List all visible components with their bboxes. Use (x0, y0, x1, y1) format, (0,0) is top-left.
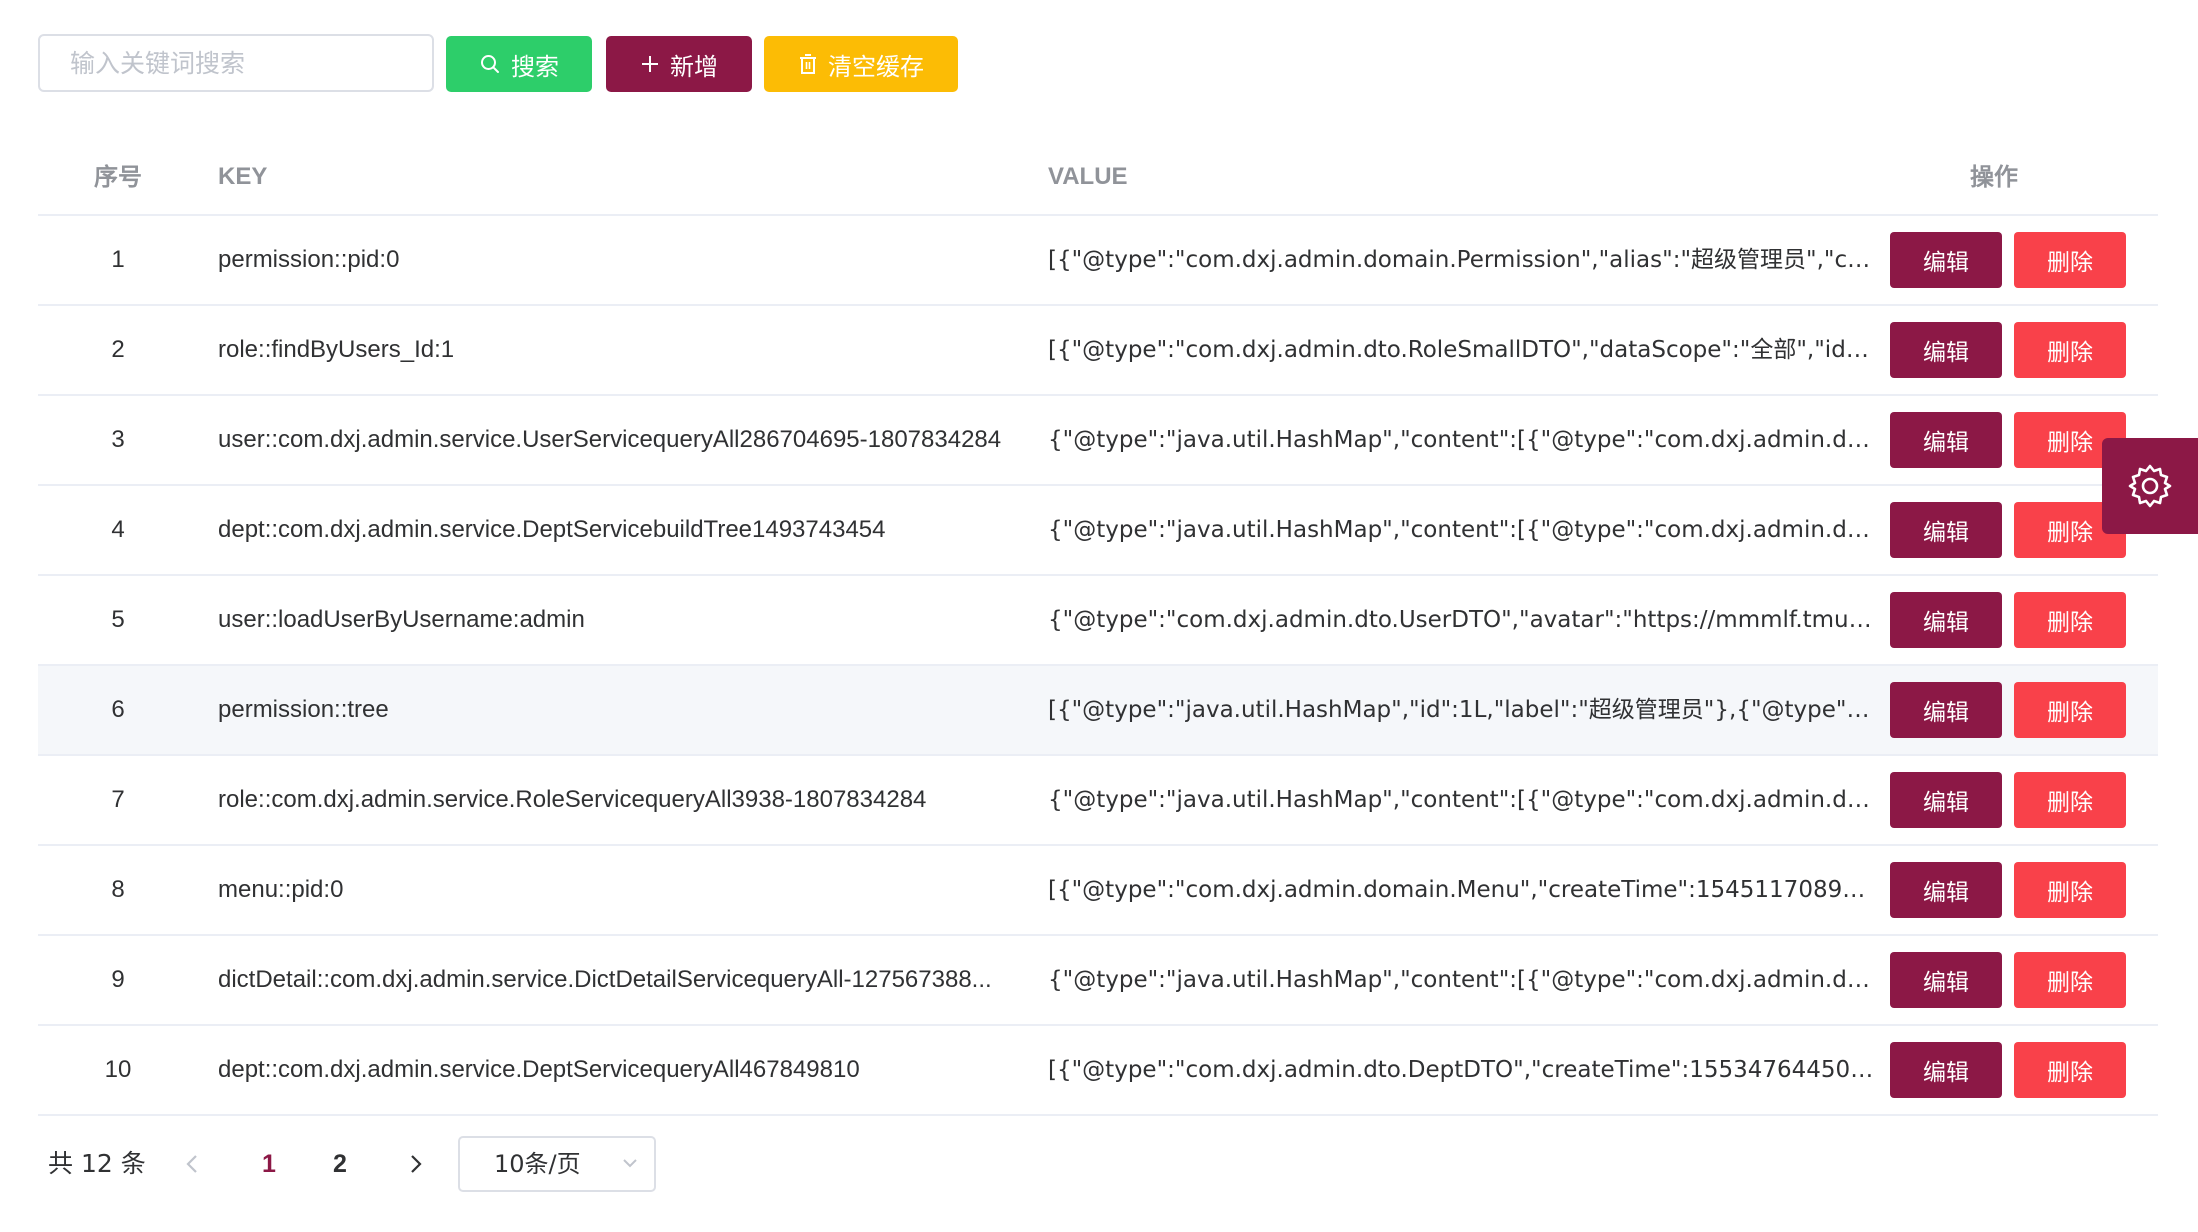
header-actions: 操作 (1970, 163, 2018, 191)
row-value: {"@type":"java.util.HashMap","content":[… (1048, 427, 1874, 453)
row-index: 1 (111, 246, 125, 273)
row-value: {"@type":"java.util.HashMap","content":[… (1048, 787, 1874, 813)
table-row: 1 permission::pid:0 [{"@type":"com.dxj.adm… (38, 216, 2158, 306)
row-key: permission::tree (218, 696, 389, 723)
edit-button[interactable]: 编辑 (1890, 952, 2002, 1008)
edit-button[interactable]: 编辑 (1890, 322, 2002, 378)
row-value: [{"@type":"com.dxj.admin.domain.Menu","c… (1048, 877, 1874, 903)
settings-button[interactable] (2102, 438, 2198, 534)
table-row: 2 role::findByUsers_Id:1 [{"@type":"com.dx… (38, 306, 2158, 396)
header-value: VALUE (1048, 163, 1128, 190)
row-value: [{"@type":"java.util.HashMap","id":1L,"l… (1048, 697, 1874, 723)
row-key: role::com.dxj.admin.service.RoleServiceq… (218, 786, 927, 813)
prev-page-button[interactable] (176, 1148, 208, 1180)
row-index: 6 (111, 696, 125, 723)
add-button-label: 新增 (670, 52, 718, 81)
row-key: dept::com.dxj.admin.service.DeptServiceb… (218, 516, 886, 543)
edit-button[interactable]: 编辑 (1890, 502, 2002, 558)
row-key: role::findByUsers_Id:1 (218, 336, 455, 363)
delete-button[interactable]: 删除 (2014, 682, 2126, 738)
table-row: 3 user::com.dxj.admin.service.UserService… (38, 396, 2158, 486)
gear-icon (2128, 464, 2172, 508)
header-index: 序号 (94, 163, 142, 191)
clear-cache-button-label: 清空缓存 (828, 52, 924, 81)
delete-button[interactable]: 删除 (2014, 952, 2126, 1008)
add-button[interactable]: 新增 (606, 36, 752, 92)
delete-button[interactable]: 删除 (2014, 322, 2126, 378)
delete-button[interactable]: 删除 (2014, 232, 2126, 288)
table-row: 8 menu::pid:0 [{"@type":"com.dxj.admin.dom… (38, 846, 2158, 936)
next-page-button[interactable] (400, 1148, 432, 1180)
table-row: 6 permission::tree [{"@type":"java.util.Ha… (38, 666, 2158, 756)
row-value: {"@type":"com.dxj.admin.dto.UserDTO","av… (1048, 607, 1874, 633)
delete-button[interactable]: 删除 (2014, 1042, 2126, 1098)
header-key: KEY (218, 163, 268, 190)
row-key: user::com.dxj.admin.service.UserServiceq… (218, 426, 1002, 453)
row-value: [{"@type":"com.dxj.admin.dto.DeptDTO","c… (1048, 1057, 1874, 1083)
row-value: {"@type":"java.util.HashMap","content":[… (1048, 967, 1874, 993)
table-header: 序号 KEY VALUE 操作 (38, 140, 2158, 216)
row-index: 5 (111, 606, 125, 633)
row-index: 7 (111, 786, 125, 813)
row-key: menu::pid:0 (218, 876, 344, 903)
chevron-right-icon (411, 1155, 422, 1173)
row-key: dept::com.dxj.admin.service.DeptServiceq… (218, 1056, 860, 1083)
table-row: 10 dept::com.dxj.admin.service.DeptServic… (38, 1026, 2158, 1116)
table-body: 1 permission::pid:0 [{"@type":"com.dxj.adm… (38, 216, 2158, 1116)
row-value: [{"@type":"com.dxj.admin.domain.Permissi… (1048, 247, 1874, 273)
table-row: 9 dictDetail::com.dxj.admin.service.DictD… (38, 936, 2158, 1026)
table-row: 5 user::loadUserByUsername:admin {"@type":… (38, 576, 2158, 666)
edit-button[interactable]: 编辑 (1890, 772, 2002, 828)
clear-cache-button[interactable]: 清空缓存 (764, 36, 958, 92)
row-value: {"@type":"java.util.HashMap","content":[… (1048, 517, 1874, 543)
page-number-1[interactable]: 1 (249, 1136, 289, 1192)
delete-button[interactable]: 删除 (2014, 862, 2126, 918)
cache-table: 序号 KEY VALUE 操作 1 permission::pid:0 [{"@ty… (38, 140, 2158, 1116)
redis-cache-page: 搜索 新增 清空缓存 序号 KEY VALUE 操作 1permission::… (0, 0, 2198, 1232)
chevron-left-icon (186, 1155, 197, 1173)
total-count: 共 12 条 (48, 1149, 146, 1178)
row-key: dictDetail::com.dxj.admin.service.DictDe… (218, 966, 992, 993)
row-index: 10 (104, 1056, 132, 1083)
edit-button[interactable]: 编辑 (1890, 682, 2002, 738)
row-key: user::loadUserByUsername:admin (218, 606, 585, 633)
row-index: 4 (111, 516, 125, 543)
row-value: [{"@type":"com.dxj.admin.dto.RoleSmallDT… (1048, 337, 1874, 363)
plus-icon (640, 54, 660, 74)
row-index: 2 (111, 336, 125, 363)
search-icon (479, 53, 501, 75)
row-index: 8 (111, 876, 125, 903)
edit-button[interactable]: 编辑 (1890, 232, 2002, 288)
page-number-2[interactable]: 2 (320, 1136, 360, 1192)
delete-button[interactable]: 删除 (2014, 592, 2126, 648)
edit-button[interactable]: 编辑 (1890, 592, 2002, 648)
edit-button[interactable]: 编辑 (1890, 412, 2002, 468)
page-size-value: 10条/页 (494, 1150, 581, 1178)
row-index: 3 (111, 426, 125, 453)
page-size-select[interactable]: 10条/页 (458, 1136, 656, 1192)
chevron-down-icon (620, 1153, 640, 1178)
delete-button[interactable]: 删除 (2014, 772, 2126, 828)
search-input[interactable] (38, 34, 434, 92)
trash-icon (798, 53, 818, 75)
table-row: 4 dept::com.dxj.admin.service.DeptService… (38, 486, 2158, 576)
row-key: permission::pid:0 (218, 246, 400, 273)
table-row: 7 role::com.dxj.admin.service.RoleService… (38, 756, 2158, 846)
pagination: 共 12 条 1 2 10条/页 (38, 1136, 738, 1192)
edit-button[interactable]: 编辑 (1890, 1042, 2002, 1098)
search-button-label: 搜索 (511, 52, 559, 81)
search-button[interactable]: 搜索 (446, 36, 592, 92)
edit-button[interactable]: 编辑 (1890, 862, 2002, 918)
row-index: 9 (111, 966, 125, 993)
